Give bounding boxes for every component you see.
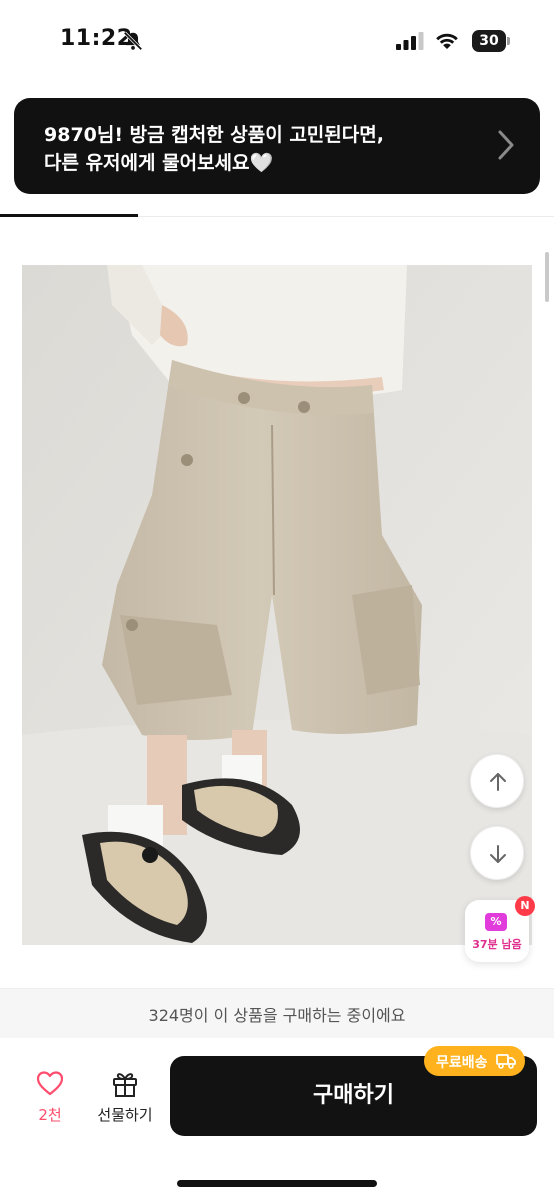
status-bar: 11:22 30 bbox=[0, 0, 554, 84]
product-photo[interactable] bbox=[22, 265, 532, 945]
scroll-indicator[interactable] bbox=[545, 252, 549, 302]
arrow-down-icon bbox=[490, 845, 506, 863]
truck-icon bbox=[496, 1054, 516, 1069]
free-shipping-label: 무료배송 bbox=[436, 1055, 488, 1071]
battery-tip bbox=[507, 37, 510, 45]
heart-icon bbox=[36, 1071, 64, 1096]
scroll-up-button[interactable] bbox=[470, 754, 524, 808]
free-shipping-badge: 무료배송 bbox=[424, 1046, 525, 1076]
buyers-count-text: 324명이 이 상품을 구매하는 중이에요 bbox=[148, 1006, 406, 1025]
toast-line-1: 9870님! 방금 캡처한 상품이 고민된다면, bbox=[44, 124, 384, 146]
battery-level: 30 bbox=[472, 30, 506, 52]
wifi-icon bbox=[436, 33, 458, 49]
arrow-up-icon bbox=[490, 773, 506, 791]
bell-muted-icon bbox=[123, 31, 143, 51]
tab-active-indicator bbox=[0, 214, 138, 217]
coupon-icon: % bbox=[485, 913, 507, 931]
coupon-timer-label: 37분 남음 bbox=[472, 938, 522, 951]
gift-button[interactable]: 선물하기 bbox=[92, 1068, 158, 1128]
chevron-right-icon bbox=[498, 130, 514, 160]
signal-icon bbox=[396, 32, 424, 50]
gift-label: 선물하기 bbox=[97, 1106, 153, 1124]
coupon-timer-button[interactable]: % N 37분 남음 bbox=[465, 896, 535, 962]
like-button[interactable]: 2천 bbox=[24, 1070, 76, 1130]
product-photo-illustration bbox=[22, 265, 532, 945]
toast-line-2: 다른 유저에게 물어보세요🤍 bbox=[44, 152, 274, 174]
scroll-down-button[interactable] bbox=[470, 826, 524, 880]
home-indicator[interactable] bbox=[177, 1180, 377, 1187]
product-detail-screen: 11:22 30 9870님! 방금 캡처한 상품이 고민된다면, 다른 유저에… bbox=[0, 0, 554, 1200]
new-badge: N bbox=[515, 896, 535, 916]
like-count: 2천 bbox=[38, 1106, 62, 1124]
gift-icon bbox=[113, 1073, 137, 1097]
battery-icon: 30 bbox=[472, 30, 510, 52]
capture-toast-banner[interactable]: 9870님! 방금 캡처한 상품이 고민된다면, 다른 유저에게 물어보세요🤍 bbox=[14, 98, 540, 194]
